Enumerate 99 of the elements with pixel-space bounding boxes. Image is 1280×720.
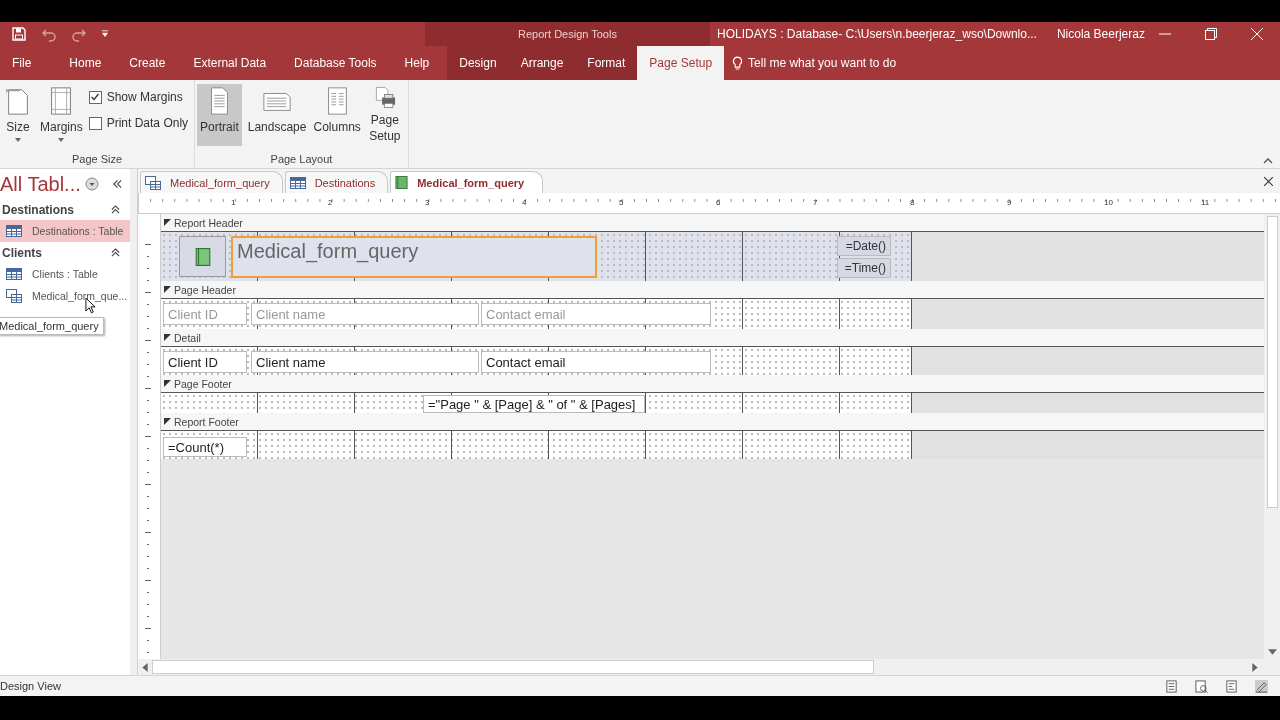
checkmark-icon xyxy=(90,92,101,102)
text-box-control[interactable]: =Date() xyxy=(837,236,891,256)
scroll-down-icon[interactable] xyxy=(1267,649,1277,655)
report-view-icon[interactable] xyxy=(1165,679,1178,693)
document-tab[interactable]: Medical_form_query xyxy=(140,171,283,193)
scrollbar-thumb[interactable] xyxy=(1266,216,1278,508)
section-marker-icon xyxy=(164,334,171,341)
query-icon xyxy=(6,289,22,303)
text-box-control[interactable]: Contact email xyxy=(481,351,711,373)
window-title: HOLIDAYS : Database- C:\Users\n.beerjeraz_wso\Downlo... xyxy=(717,27,1037,41)
text-box-control[interactable]: Client ID xyxy=(163,351,247,373)
ruler-number: 2 xyxy=(328,197,334,209)
table-icon xyxy=(289,176,306,189)
section-label: Report Footer xyxy=(174,415,239,428)
ribbon-tab[interactable]: Format xyxy=(575,46,638,80)
ribbon-tab[interactable]: External Data xyxy=(183,46,277,80)
user-name: Nicola Beerjeraz xyxy=(1056,27,1145,41)
scrollbar-thumb[interactable] xyxy=(152,660,874,674)
text-box-control[interactable]: Client name xyxy=(251,351,479,373)
section-bar[interactable]: Report Footer xyxy=(161,413,1264,431)
ribbon-button[interactable]: Columns xyxy=(312,84,362,146)
nav-pane-title[interactable]: All Tabl... xyxy=(0,172,81,196)
ribbon-tab[interactable]: File xyxy=(0,46,42,80)
section-bar[interactable]: Detail xyxy=(161,329,1264,347)
ribbon-button[interactable]: Margins xyxy=(36,84,87,146)
ruler-number: 8 xyxy=(910,197,916,209)
section-label: Page Footer xyxy=(174,377,232,390)
lightbulb-icon xyxy=(732,55,744,71)
scroll-left-icon[interactable] xyxy=(142,662,148,672)
nav-group-header[interactable]: Destinations xyxy=(2,202,74,217)
ribbon-tab[interactable]: Design xyxy=(447,46,509,80)
document-tab[interactable]: Medical_form_query xyxy=(390,171,544,193)
ribbon-button[interactable]: Size xyxy=(2,84,34,146)
section-bar[interactable]: Page Header xyxy=(161,281,1264,299)
caret-icon xyxy=(15,138,21,142)
section-marker-icon xyxy=(164,380,171,387)
nav-group-header[interactable]: Clients xyxy=(2,245,42,260)
vertical-scrollbar[interactable] xyxy=(1264,214,1280,659)
restore-icon[interactable] xyxy=(1205,28,1217,40)
dropdown-icon[interactable] xyxy=(84,177,99,191)
ribbon-tab[interactable]: Page Setup xyxy=(637,46,725,80)
ruler-number: 1 xyxy=(231,197,237,209)
nav-item[interactable]: Destinations : Table xyxy=(0,220,130,242)
collapse-icon[interactable] xyxy=(111,248,120,257)
scroll-right-icon[interactable] xyxy=(1252,662,1258,672)
section-bar[interactable]: Report Header xyxy=(161,214,1264,232)
ribbon-tab[interactable]: Help xyxy=(394,46,440,80)
section-marker-icon xyxy=(164,418,171,425)
tell-me-search[interactable]: Tell me what you want to do xyxy=(724,46,897,80)
report-logo-icon xyxy=(194,247,211,266)
section-label: Page Header xyxy=(174,283,236,296)
text-box-control[interactable]: ="Page " & [Page] & " of " & [Pages] xyxy=(423,395,645,413)
save-icon[interactable] xyxy=(11,26,27,42)
design-view-icon[interactable] xyxy=(1255,679,1268,693)
section-marker-icon xyxy=(164,219,171,226)
table-icon xyxy=(6,268,22,280)
status-text: Design View xyxy=(0,680,61,692)
ribbon-button[interactable]: Landscape xyxy=(243,84,311,146)
collapse-ribbon-icon[interactable] xyxy=(1263,158,1273,164)
checkbox[interactable]: Show Margins xyxy=(88,90,189,104)
section-marker-icon xyxy=(164,286,171,293)
close-icon[interactable] xyxy=(1264,176,1273,186)
ribbon-button[interactable]: Portrait xyxy=(197,84,242,146)
context-label: Report Design Tools xyxy=(518,28,617,40)
collapse-icon[interactable] xyxy=(111,205,120,214)
table-icon xyxy=(6,225,22,237)
ribbon-tab[interactable]: Home xyxy=(59,46,112,80)
ruler-number: 7 xyxy=(813,197,819,209)
customize-caret-icon[interactable] xyxy=(101,30,109,38)
document-tab[interactable]: Destinations xyxy=(284,171,389,193)
ribbon-tab[interactable]: Database Tools xyxy=(284,46,387,80)
group-label: Page Layout xyxy=(269,153,334,166)
query-icon xyxy=(145,175,161,190)
section-label: Report Header xyxy=(174,216,243,229)
text-box-control[interactable]: =Time() xyxy=(837,258,891,278)
layout-view-icon[interactable] xyxy=(1225,679,1238,693)
text-box-control[interactable]: =Count(*) xyxy=(163,437,247,457)
ruler-number: 6 xyxy=(716,197,722,209)
checkbox[interactable]: Print Data Only xyxy=(88,116,189,130)
collapse-pane-icon[interactable] xyxy=(111,179,123,189)
ruler-number: 10 xyxy=(1104,197,1114,209)
title-control[interactable]: Medical_form_query xyxy=(231,236,597,278)
tooltip: Medical_form_query xyxy=(0,317,104,335)
ribbon-tab[interactable]: Arrange xyxy=(508,46,576,80)
nav-item[interactable]: Clients : Table xyxy=(0,263,130,285)
section-label: Detail xyxy=(174,331,201,344)
logo-control[interactable] xyxy=(179,236,226,277)
section-bar[interactable]: Page Footer xyxy=(161,375,1264,393)
ruler-number: 5 xyxy=(619,197,625,209)
report-icon xyxy=(395,176,409,189)
ribbon-button[interactable]: Page Setup xyxy=(363,84,406,146)
ruler-number: 9 xyxy=(1007,197,1013,209)
ribbon-tab[interactable]: Create xyxy=(119,46,176,80)
ruler-number: 11 xyxy=(1201,197,1211,209)
print-preview-icon[interactable] xyxy=(1195,679,1208,693)
ruler-number: 3 xyxy=(425,197,431,209)
caret-icon xyxy=(58,138,65,142)
ruler-number: 4 xyxy=(522,197,528,209)
group-label: Page Size xyxy=(70,153,124,166)
